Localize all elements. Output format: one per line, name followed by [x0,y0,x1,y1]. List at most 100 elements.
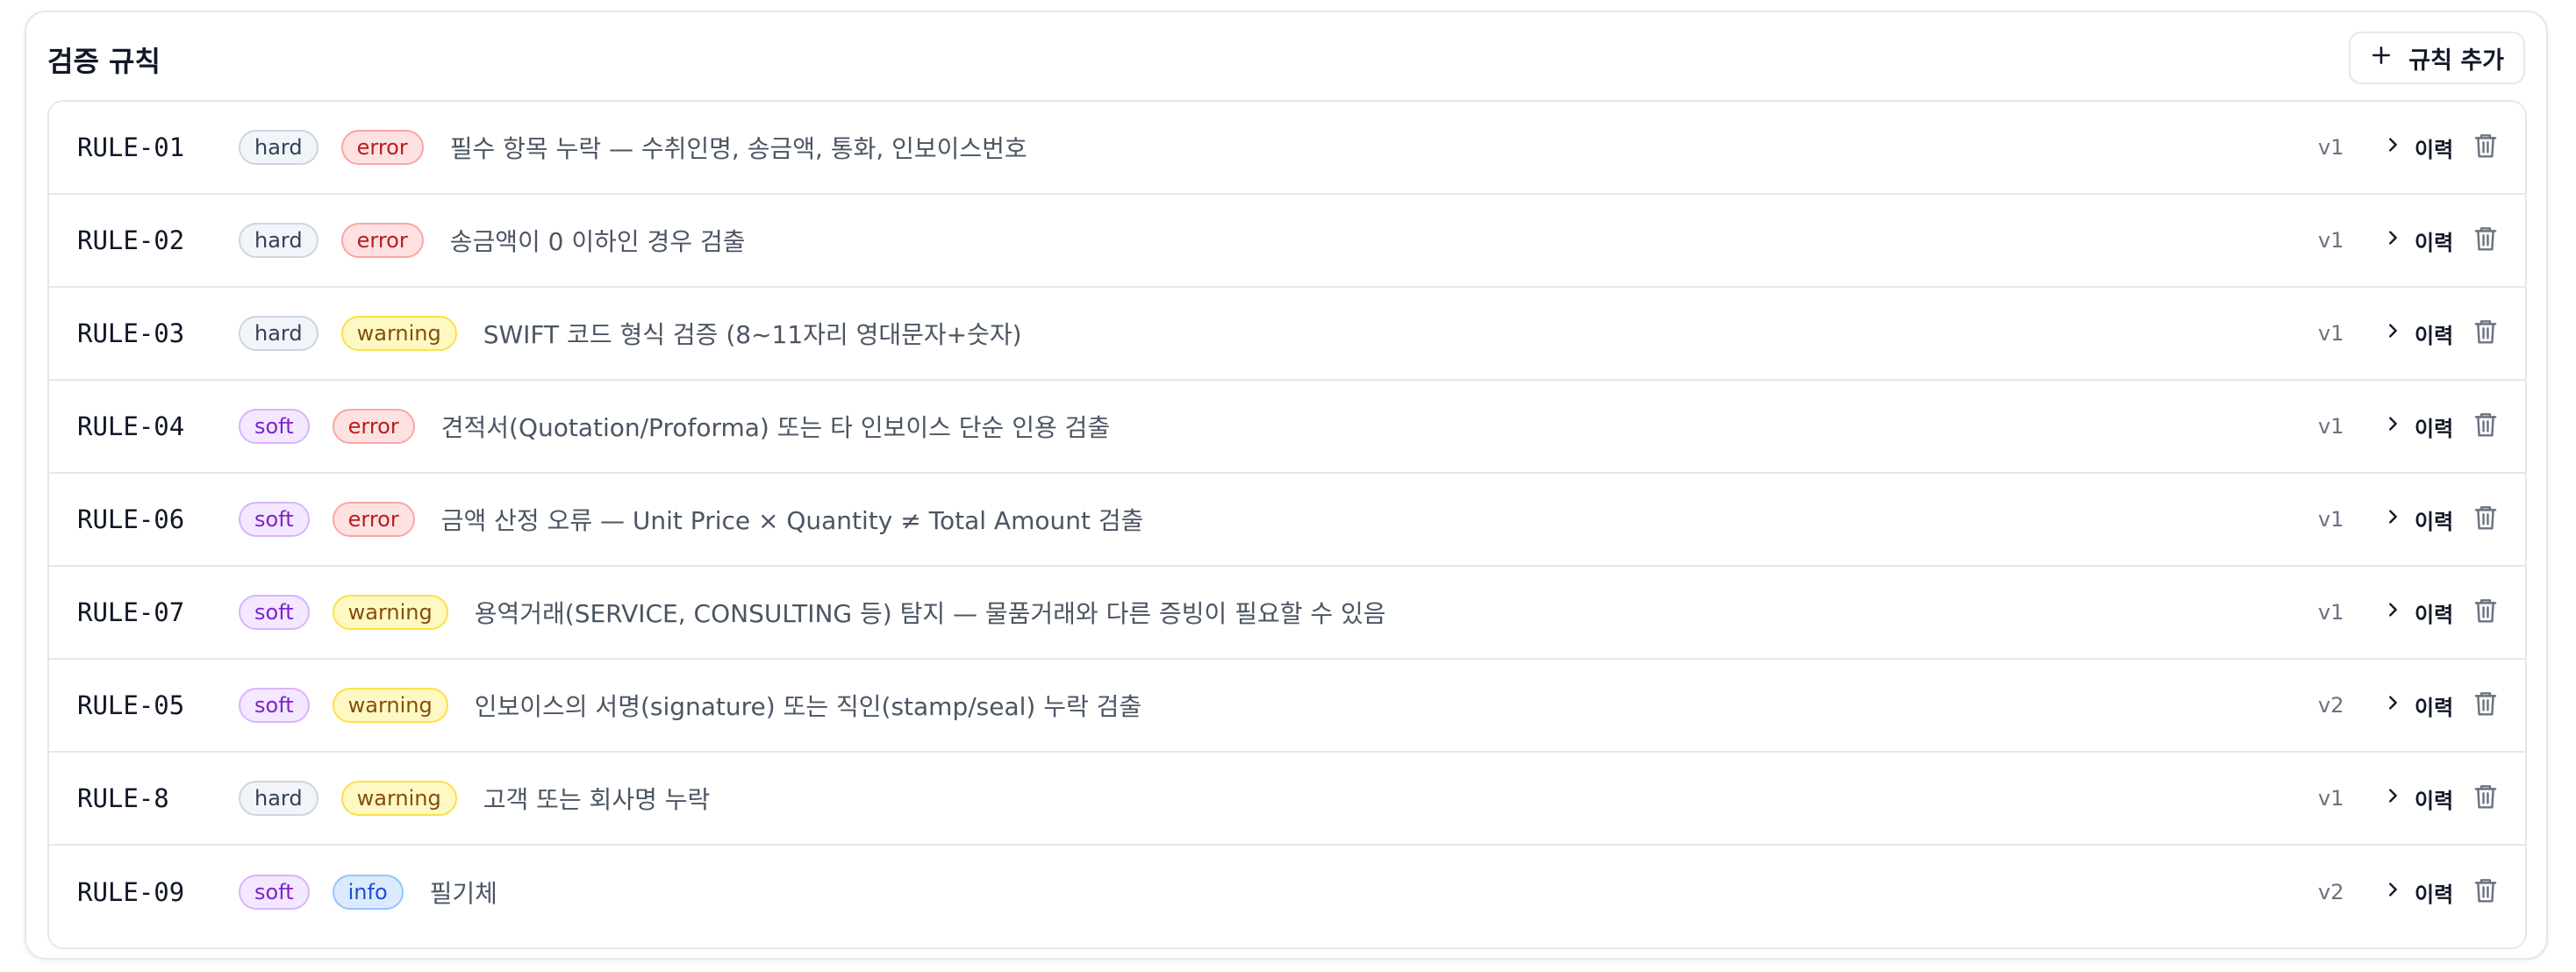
rule-history-label: 이력 [2415,230,2454,255]
rule-severity-badge: warning [340,316,457,351]
rule-type-badge: hard [239,781,318,816]
rule-history-label: 이력 [2415,509,2454,534]
rule-tags: hard warning SWIFT 코드 형식 검증 (8~11자리 영대문자… [239,316,1022,351]
chevron-right-icon [2383,135,2402,160]
delete-rule-button[interactable] [2471,504,2501,534]
rule-id: RULE-01 [77,132,185,162]
rule-history-toggle[interactable]: 이력 [2383,690,2453,721]
rule-row: RULE-06 soft error 금액 산정 오류 — Unit Price… [49,474,2525,567]
rule-history-toggle[interactable]: 이력 [2383,877,2453,908]
rule-severity-badge: warning [332,595,448,630]
rule-history-toggle[interactable]: 이력 [2383,504,2453,535]
rule-description: 필기체 [429,879,497,908]
rule-id: RULE-02 [77,225,185,255]
rule-history-toggle[interactable]: 이력 [2383,318,2453,349]
delete-rule-button[interactable] [2471,877,2501,907]
rule-history-label: 이력 [2415,416,2454,441]
chevron-right-icon [2383,880,2402,904]
rule-type-badge: soft [239,875,310,910]
delete-rule-button[interactable] [2471,225,2501,255]
rule-type-badge: soft [239,595,310,630]
trash-icon [2472,597,2499,629]
rule-tags: soft info 필기체 [239,875,497,910]
rule-id: RULE-07 [77,597,185,627]
rule-history-label: 이력 [2415,323,2454,348]
chevron-right-icon [2383,693,2402,718]
rule-version: v2 [2318,880,2344,904]
rule-version: v1 [2318,507,2344,532]
rule-description: 필수 항목 누락 — 수취인명, 송금액, 통화, 인보이스번호 [449,134,1027,163]
rule-row: RULE-02 hard error 송금액이 0 이하인 경우 검출 v1 이… [49,195,2525,288]
rule-tags: hard warning 고객 또는 회사명 누락 [239,781,710,816]
rule-description: 견적서(Quotation/Proforma) 또는 타 인보이스 단순 인용 … [440,413,1111,442]
rule-row: RULE-04 soft error 견적서(Quotation/Proform… [49,381,2525,474]
rule-id: RULE-06 [77,504,185,534]
rule-history-label: 이력 [2415,602,2454,627]
rule-severity-badge: error [332,409,415,444]
rule-version: v1 [2318,786,2344,811]
rule-history-toggle[interactable]: 이력 [2383,132,2453,163]
rule-tags: hard error 필수 항목 누락 — 수취인명, 송금액, 통화, 인보이… [239,130,1027,165]
rule-history-label: 이력 [2415,695,2454,720]
rule-version: v1 [2318,600,2344,625]
rule-type-badge: soft [239,409,310,444]
rule-type-badge: soft [239,502,310,537]
rule-tags: hard error 송금액이 0 이하인 경우 검출 [239,223,746,258]
plus-icon [2370,44,2393,73]
rule-description: SWIFT 코드 형식 검증 (8~11자리 영대문자+숫자) [483,320,1022,349]
rule-severity-badge: error [340,223,424,258]
chevron-right-icon [2383,228,2402,253]
rule-severity-badge: warning [332,688,448,723]
rule-row: RULE-07 soft warning 용역거래(SERVICE, CONSU… [49,567,2525,660]
chevron-right-icon [2383,321,2402,346]
rule-id: RULE-04 [77,411,185,441]
trash-icon [2472,411,2499,443]
rules-list: RULE-01 hard error 필수 항목 누락 — 수취인명, 송금액,… [47,100,2527,949]
trash-icon [2472,225,2499,257]
rule-severity-badge: error [340,130,424,165]
chevron-right-icon [2383,414,2402,439]
rule-description: 송금액이 0 이하인 경우 검출 [449,227,746,256]
rule-tags: soft error 금액 산정 오류 — Unit Price × Quant… [239,502,1143,537]
rule-row: RULE-8 hard warning 고객 또는 회사명 누락 v1 이력 [49,753,2525,846]
rule-severity-badge: error [332,502,415,537]
trash-icon [2472,783,2499,815]
rule-id: RULE-03 [77,318,185,348]
validation-rules-panel: 검증 규칙 규칙 추가 RULE-01 hard error 필수 항목 누락 … [25,11,2548,960]
delete-rule-button[interactable] [2471,411,2501,441]
rule-history-label: 이력 [2415,882,2454,907]
delete-rule-button[interactable] [2471,690,2501,720]
rule-history-toggle[interactable]: 이력 [2383,597,2453,628]
rule-version: v1 [2318,228,2344,253]
chevron-right-icon [2383,507,2402,532]
rule-history-toggle[interactable]: 이력 [2383,225,2453,256]
rule-tags: soft error 견적서(Quotation/Proforma) 또는 타 … [239,409,1110,444]
rule-history-label: 이력 [2415,137,2454,162]
panel-title: 검증 규칙 [47,45,161,78]
rule-type-badge: hard [239,316,318,351]
delete-rule-button[interactable] [2471,783,2501,813]
rule-row: RULE-03 hard warning SWIFT 코드 형식 검증 (8~1… [49,288,2525,381]
rule-history-toggle[interactable]: 이력 [2383,783,2453,814]
chevron-right-icon [2383,600,2402,625]
rule-version: v1 [2318,321,2344,346]
rule-row: RULE-05 soft warning 인보이스의 서명(signature)… [49,660,2525,753]
delete-rule-button[interactable] [2471,318,2501,348]
rule-type-badge: hard [239,130,318,165]
rule-version: v1 [2318,414,2344,439]
rule-description: 고객 또는 회사명 누락 [483,785,711,814]
delete-rule-button[interactable] [2471,597,2501,627]
add-rule-button[interactable]: 규칙 추가 [2349,32,2525,84]
rule-type-badge: soft [239,688,310,723]
rule-history-toggle[interactable]: 이력 [2383,411,2453,442]
trash-icon [2472,318,2499,350]
rule-tags: soft warning 용역거래(SERVICE, CONSULTING 등)… [239,595,1386,630]
rule-version: v1 [2318,135,2344,160]
rule-row: RULE-09 soft info 필기체 v2 이력 [49,846,2525,939]
delete-rule-button[interactable] [2471,132,2501,162]
rule-id: RULE-09 [77,877,185,907]
rule-tags: soft warning 인보이스의 서명(signature) 또는 직인(s… [239,688,1141,723]
trash-icon [2472,876,2499,909]
rule-type-badge: hard [239,223,318,258]
trash-icon [2472,504,2499,536]
